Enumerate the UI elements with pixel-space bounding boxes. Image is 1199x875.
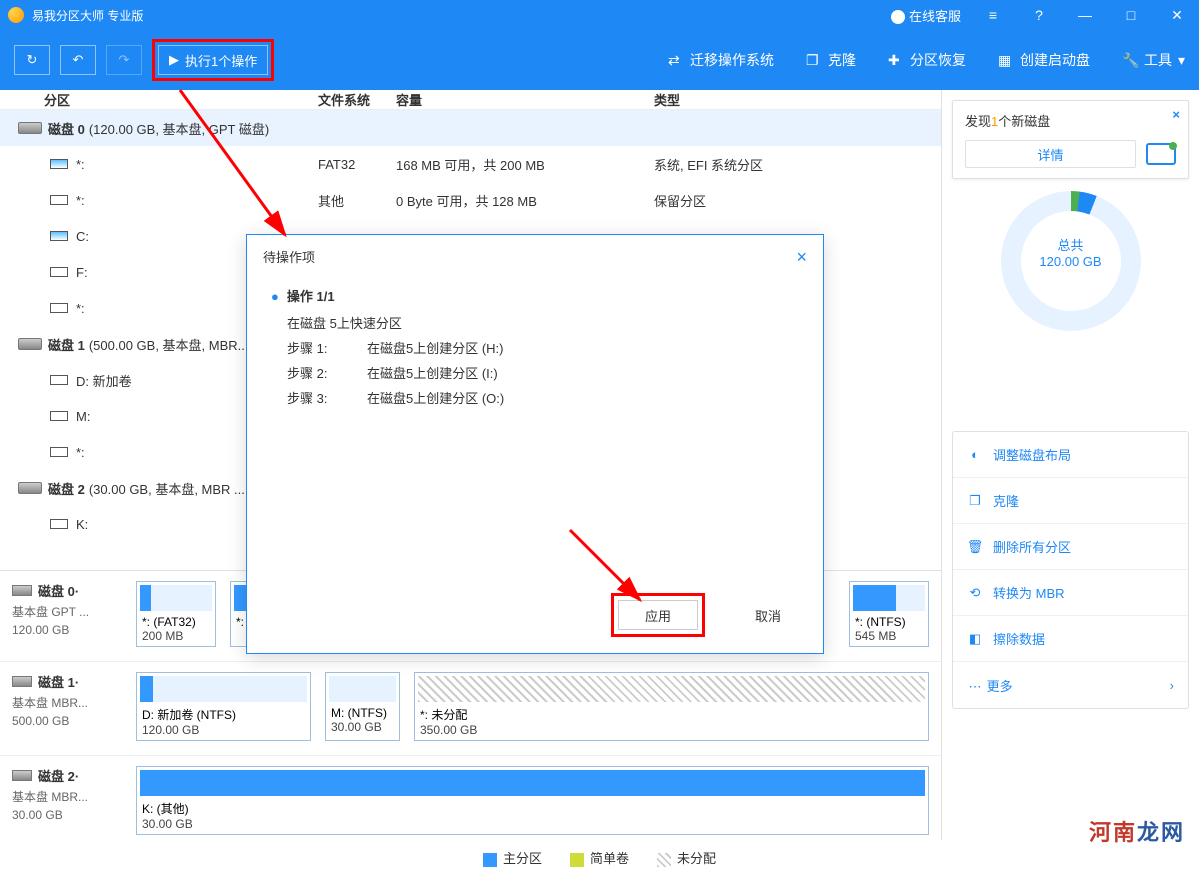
th-type: 类型 [654, 90, 941, 109]
action-convert-mbr[interactable]: ⟲转换为 MBR [953, 570, 1188, 616]
recover-icon: ✚ [888, 52, 904, 68]
operation-desc: 在磁盘 5上快速分区 [287, 313, 799, 332]
action-wipe[interactable]: ◧擦除数据 [953, 616, 1188, 662]
operation-step: 步骤 2:在磁盘5上创建分区 (I:) [287, 363, 799, 382]
swatch-simple-icon [570, 853, 584, 867]
adjust-icon: ◐ [967, 447, 983, 463]
operation-header: 操作 1/1 [271, 286, 799, 305]
action-more[interactable]: ⋯ 更多› [953, 662, 1188, 708]
table-row[interactable]: *: FAT32 168 MB 可用，共 200 MB 系统, EFI 系统分区 [0, 146, 941, 182]
convert-icon: ⟲ [967, 585, 983, 601]
operation-step: 步骤 1:在磁盘5上创建分区 (H:) [287, 338, 799, 357]
partition-visual[interactable]: *: (NTFS)545 MB [849, 581, 929, 647]
pending-operations-modal: 待操作项 × 操作 1/1 在磁盘 5上快速分区 步骤 1:在磁盘5上创建分区 … [246, 234, 824, 654]
refresh-button[interactable]: ↻ [14, 45, 50, 75]
disk-icon [18, 122, 42, 134]
apply-button[interactable]: 应用 [618, 600, 698, 630]
eraser-icon: ◧ [967, 631, 983, 647]
migrate-icon: ⇄ [668, 52, 684, 68]
disk-icon [12, 770, 32, 781]
play-icon: ▶ [169, 52, 179, 68]
bootdisk-button[interactable]: ▦创建启动盘 [998, 50, 1090, 70]
disk-icon [18, 482, 42, 494]
disk0-label: 磁盘 0 [48, 119, 85, 138]
minimize-icon[interactable]: — [1071, 7, 1099, 23]
partition-icon [50, 519, 68, 529]
disk-visual-1: 磁盘 1· 基本盘 MBR... 500.00 GB D: 新加卷 (NTFS)… [0, 662, 941, 756]
operation-step: 步骤 3:在磁盘5上创建分区 (O:) [287, 388, 799, 407]
user-icon [891, 10, 905, 24]
partition-visual[interactable]: K: (其他)30.00 GB [136, 766, 929, 835]
partition-icon [50, 447, 68, 457]
modal-close-icon[interactable]: × [796, 247, 807, 268]
disk0-info: (120.00 GB, 基本盘, GPT 磁盘) [89, 119, 269, 138]
th-capacity: 容量 [396, 90, 654, 109]
maximize-icon[interactable]: □ [1117, 7, 1145, 23]
cancel-button[interactable]: 取消 [729, 600, 807, 630]
partition-icon [50, 375, 68, 385]
action-adjust[interactable]: ◐调整磁盘布局 [953, 432, 1188, 478]
help-icon[interactable]: ? [1025, 7, 1053, 23]
clone-icon: ❐ [806, 52, 822, 68]
disk-icon [12, 676, 32, 687]
partition-icon [50, 231, 68, 241]
more-icon: ⋯ [967, 679, 983, 695]
partition-visual[interactable]: *: (FAT32)200 MB [136, 581, 216, 647]
trash-icon: 🗑 [967, 539, 983, 555]
swatch-primary-icon [483, 853, 497, 867]
apply-highlight: 应用 [611, 593, 705, 637]
clone-icon: ❐ [967, 493, 983, 509]
new-disk-icon [1146, 143, 1176, 165]
titlebar: 易我分区大师 专业版 在线客服 ≡ ? — □ ✕ [0, 0, 1199, 30]
modal-title: 待操作项 [263, 247, 315, 268]
execute-highlight: ▶ 执行1个操作 [152, 39, 274, 81]
partition-icon [50, 267, 68, 277]
execute-label: 执行1个操作 [185, 51, 257, 70]
watermark: 河南龙网 [1089, 815, 1185, 847]
menu-icon[interactable]: ≡ [979, 7, 1007, 23]
disk-icon [12, 585, 32, 596]
partition-visual[interactable]: D: 新加卷 (NTFS)120.00 GB [136, 672, 311, 741]
wrench-icon: 🔧 [1122, 52, 1138, 68]
tools-button[interactable]: 🔧工具▾ [1122, 50, 1185, 70]
action-list: ◐调整磁盘布局 ❐克隆 🗑删除所有分区 ⟲转换为 MBR ◧擦除数据 ⋯ 更多› [952, 431, 1189, 709]
th-partition: 分区 [44, 90, 318, 109]
app-logo-icon [8, 7, 24, 23]
partition-icon [50, 159, 68, 169]
toolbar: ↻ ↶ ↷ ▶ 执行1个操作 ⇄迁移操作系统 ❐克隆 ✚分区恢复 ▦创建启动盘 … [0, 30, 1199, 90]
action-clone[interactable]: ❐克隆 [953, 478, 1188, 524]
notify-close-icon[interactable]: × [1172, 107, 1180, 122]
notify-card: × 发现1个新磁盘 详情 [952, 100, 1189, 179]
app-title: 易我分区大师 专业版 [32, 7, 891, 24]
notify-title: 发现1个新磁盘 [965, 111, 1176, 130]
detail-button[interactable]: 详情 [965, 140, 1136, 168]
table-header: 分区 文件系统 容量 类型 [0, 90, 941, 110]
migrate-os-button[interactable]: ⇄迁移操作系统 [668, 50, 774, 70]
th-fs: 文件系统 [318, 90, 396, 109]
partition-visual[interactable]: M: (NTFS)30.00 GB [325, 672, 400, 741]
support-link[interactable]: 在线客服 [891, 6, 961, 25]
partition-icon [50, 195, 68, 205]
partition-icon [50, 411, 68, 421]
clone-button[interactable]: ❐克隆 [806, 50, 856, 70]
undo-button[interactable]: ↶ [60, 45, 96, 75]
partition-icon [50, 303, 68, 313]
close-icon[interactable]: ✕ [1163, 7, 1191, 24]
disk-visual-2: 磁盘 2· 基本盘 MBR... 30.00 GB K: (其他)30.00 G… [0, 756, 941, 849]
execute-button[interactable]: ▶ 执行1个操作 [158, 45, 268, 75]
partition-visual[interactable]: *: 未分配350.00 GB [414, 672, 929, 741]
action-delete-all[interactable]: 🗑删除所有分区 [953, 524, 1188, 570]
chevron-right-icon: › [1170, 678, 1174, 693]
disk-row-0[interactable]: 磁盘 0 (120.00 GB, 基本盘, GPT 磁盘) [0, 110, 941, 146]
redo-button[interactable]: ↷ [106, 45, 142, 75]
disk-icon [18, 338, 42, 350]
recover-button[interactable]: ✚分区恢复 [888, 50, 966, 70]
bootdisk-icon: ▦ [998, 52, 1014, 68]
donut-label: 总共 120.00 GB [952, 235, 1189, 269]
table-row[interactable]: *: 其他 0 Byte 可用，共 128 MB 保留分区 [0, 182, 941, 218]
swatch-unalloc-icon [657, 853, 671, 867]
